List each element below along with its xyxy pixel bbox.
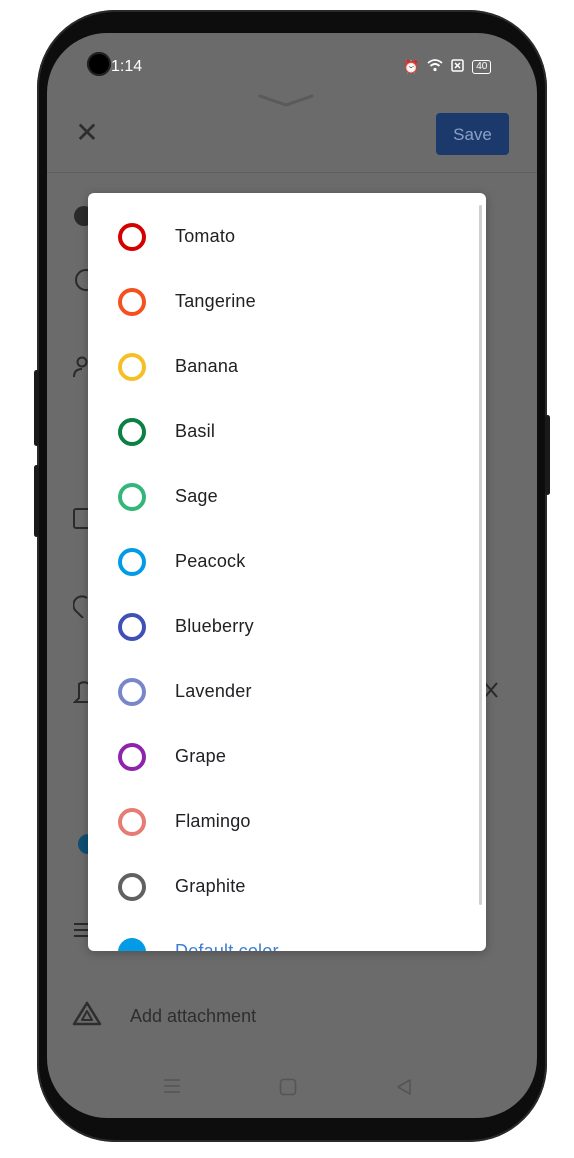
color-option[interactable]: Banana (88, 334, 486, 399)
color-option[interactable]: Graphite (88, 854, 486, 919)
front-camera (87, 52, 111, 76)
color-option[interactable]: Peacock (88, 529, 486, 594)
color-option-label: Peacock (175, 551, 246, 571)
color-option[interactable]: Blueberry (88, 594, 486, 659)
color-option[interactable]: Grape (88, 724, 486, 789)
color-swatch-icon (118, 482, 146, 511)
power-button (545, 415, 550, 495)
color-option[interactable]: Flamingo (88, 789, 486, 854)
status-icons: ⏰ 40 (403, 58, 492, 75)
color-option[interactable]: Default color (88, 919, 486, 951)
battery-icon: 40 (472, 59, 492, 74)
color-option[interactable]: Sage (88, 464, 486, 529)
color-option-label: Sage (175, 486, 218, 506)
menu-nav-icon[interactable] (163, 1078, 181, 1099)
color-swatch-icon (118, 677, 146, 706)
add-attachment-row[interactable]: Add attachment (72, 1000, 256, 1033)
default-color-swatch-icon (118, 937, 146, 951)
description-icon (73, 920, 89, 946)
status-time: 1:14 (111, 58, 143, 75)
home-nav-icon[interactable] (279, 1078, 297, 1101)
alarm-icon: ⏰ (403, 58, 420, 74)
divider (47, 172, 537, 173)
color-option-label: Grape (175, 746, 227, 766)
color-option[interactable]: Lavender (88, 659, 486, 724)
color-option-label: Banana (175, 356, 239, 376)
color-swatch-icon (118, 742, 146, 771)
color-option-label: Tomato (175, 226, 236, 246)
color-option[interactable]: Basil (88, 399, 486, 464)
sheet-handle-icon[interactable] (258, 93, 314, 107)
color-option-label: Flamingo (175, 811, 251, 831)
color-option-label: Tangerine (175, 291, 256, 311)
drive-icon (72, 1000, 102, 1033)
save-button[interactable]: Save (436, 113, 509, 155)
color-swatch-icon (118, 547, 146, 576)
back-nav-icon[interactable] (395, 1078, 413, 1101)
color-swatch-icon (118, 417, 146, 446)
volume-button-lower (34, 465, 39, 537)
color-option-label: Default color (175, 941, 279, 951)
color-option-label: Blueberry (175, 616, 254, 636)
color-swatch-icon (118, 612, 146, 641)
color-picker-dialog: Tomato Tangerine Banana Basil Sage Peacock Blu… (88, 193, 486, 951)
wifi-icon (427, 58, 443, 75)
volume-button (34, 370, 39, 446)
color-swatch-icon (118, 872, 146, 901)
navigation-bar (47, 1078, 537, 1102)
add-attachment-label: Add attachment (130, 1006, 257, 1026)
color-swatch-icon (118, 352, 146, 381)
color-option-label: Lavender (175, 681, 252, 701)
close-icon[interactable]: ✕ (74, 119, 100, 147)
color-option-label: Graphite (175, 876, 246, 896)
sim-icon (451, 58, 464, 75)
color-swatch-icon (118, 222, 146, 251)
color-option[interactable]: Tomato (88, 204, 486, 269)
color-option-label: Basil (175, 421, 216, 441)
color-option[interactable]: Tangerine (88, 269, 486, 334)
color-swatch-icon (118, 287, 146, 316)
color-swatch-icon (118, 807, 146, 836)
